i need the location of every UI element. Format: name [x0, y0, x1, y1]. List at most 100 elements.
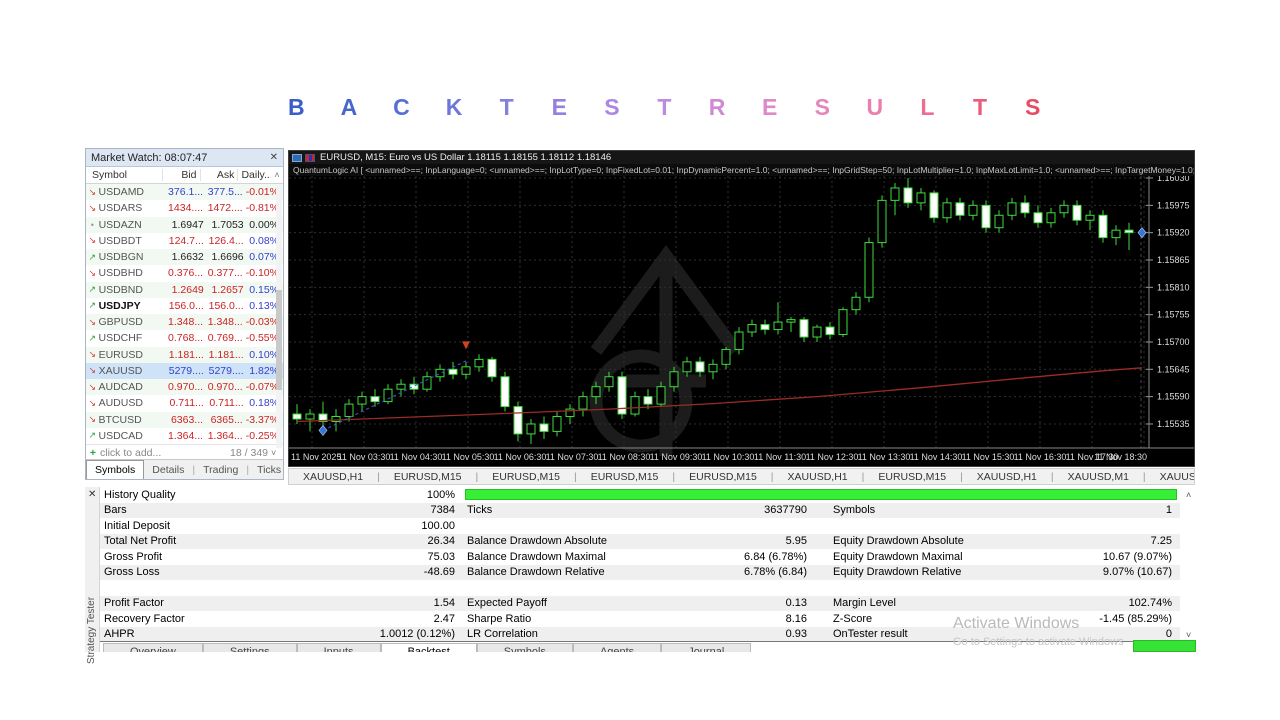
market-watch-row[interactable]: ↗USDCAD1.364...1.364...-0.25%	[86, 428, 283, 444]
market-watch-tab-ticks[interactable]: Ticks	[249, 460, 289, 479]
strategy-tester-panel: ✕ Strategy Tester History Quality100%Bar…	[85, 487, 1195, 652]
market-watch-row[interactable]: ↘GBPUSD1.348...1.348...-0.03%	[86, 314, 283, 330]
chart-tab[interactable]: XAUUSD,M1	[1054, 471, 1143, 483]
symbol-name: EURUSD	[99, 349, 167, 361]
stat-label: Equity Drawdown Maximal	[833, 551, 963, 563]
market-watch-row[interactable]: ↘USDBDT124.7...126.4...0.08%	[86, 233, 283, 249]
tester-cell: Sharpe Ratio8.16	[467, 611, 807, 627]
price-axis-label: 1.15865	[1157, 255, 1190, 265]
tester-tab-settings[interactable]: Settings	[203, 643, 297, 652]
trend-down-icon: ↘	[86, 398, 99, 409]
market-watch-tab-details[interactable]: Details	[144, 460, 192, 479]
market-watch-row[interactable]: ↘USDARS1434....1472....-0.81%	[86, 200, 283, 216]
column-header-daily[interactable]: Daily...	[238, 169, 271, 181]
time-axis-label: 11 Nov 06:30	[494, 452, 547, 462]
ask-value: 1.6696	[207, 251, 247, 263]
market-watch-row[interactable]: ↗USDBGN1.66321.66960.07%	[86, 249, 283, 265]
tester-cell: Ticks3637790	[467, 503, 807, 519]
market-watch-row[interactable]: ↘BTCUSD6363...6365...-3.37%	[86, 412, 283, 428]
tester-cell: Bars7384	[104, 503, 455, 519]
ask-value: 1.364...	[206, 430, 246, 442]
tester-tab-inputs[interactable]: Inputs	[297, 643, 381, 652]
trend-up-icon: ↗	[86, 252, 99, 263]
scrollbar-thumb[interactable]	[276, 290, 282, 390]
market-watch-row[interactable]: ↘AUDCAD0.970...0.970...-0.07%	[86, 379, 283, 395]
title-letter: T	[480, 94, 533, 121]
tester-tab-overview[interactable]: Overview	[103, 643, 203, 652]
stat-label: Balance Drawdown Absolute	[467, 535, 607, 547]
ask-value: 1.348...	[206, 316, 246, 328]
market-watch-scrollbar[interactable]	[276, 185, 282, 448]
trend-up-icon: ↗	[86, 300, 99, 311]
market-watch-row[interactable]: ↘USDBHD0.376...0.377...-0.10%	[86, 265, 283, 281]
market-watch-tab-symbols[interactable]: Symbols	[86, 460, 144, 479]
tester-tab-journal[interactable]: Journal	[661, 643, 751, 652]
market-watch-row[interactable]: ↘XAUUSD5279....5279....1.82%	[86, 363, 283, 379]
stat-value: 1	[1166, 504, 1172, 516]
candle-body	[436, 369, 444, 376]
time-axis-label: 11 Nov 14:30	[910, 452, 963, 462]
tester-cell: AHPR1.0012 (0.12%)	[104, 627, 455, 643]
scroll-down-icon[interactable]: ˅	[1186, 630, 1191, 640]
title-letter: E	[533, 94, 586, 121]
time-axis-label: 11 Nov 13:30	[858, 452, 911, 462]
tester-tab-backtest[interactable]: Backtest	[381, 643, 477, 652]
chart-tab[interactable]: XAUUSD,H1	[963, 471, 1051, 483]
strategy-tester-vertical-label[interactable]: Strategy Tester	[86, 514, 99, 664]
title-letter: S	[796, 94, 849, 121]
market-watch-row[interactable]: ↘USDAMD376.1...377.5...-0.01%	[86, 184, 283, 200]
time-axis-label: 11 Nov 10:30	[702, 452, 755, 462]
price-axis-label: 1.15920	[1157, 228, 1190, 238]
candle-body	[761, 325, 769, 330]
candle-body	[644, 397, 652, 404]
tester-tab-agents[interactable]: Agents	[573, 643, 661, 652]
chart-tab[interactable]: EURUSD,M15	[675, 471, 771, 483]
close-icon[interactable]: ✕	[88, 489, 96, 500]
tester-cell: Balance Drawdown Absolute5.95	[467, 534, 807, 550]
stat-label: LR Correlation	[467, 628, 538, 640]
chart-tab[interactable]: XAUUSD,M5	[1146, 471, 1195, 483]
market-watch-row[interactable]: ↗USDJPY156.0...156.0...0.13%	[86, 298, 283, 314]
close-icon[interactable]: ✕	[270, 152, 278, 163]
symbol-name: AUDUSD	[99, 397, 167, 409]
candle-body	[423, 377, 431, 389]
tester-bottom-tabs: OverviewSettingsInputsBacktestSymbolsAge…	[103, 643, 1083, 652]
symbol-name: USDAZN	[99, 219, 167, 231]
column-header-symbol[interactable]: Symbol	[86, 169, 163, 181]
tester-row: Gross Loss-48.69Balance Drawdown Relativ…	[100, 565, 1180, 581]
candle-body	[696, 362, 704, 372]
stat-value: 3637790	[764, 504, 807, 516]
column-header-bid[interactable]: Bid	[163, 169, 201, 181]
scroll-up-icon[interactable]: ˄	[1186, 490, 1191, 500]
column-header-ask[interactable]: Ask	[201, 169, 239, 181]
market-watch-row[interactable]: •USDAZN1.69471.70530.00%	[86, 217, 283, 233]
candle-body	[709, 364, 717, 371]
tester-tab-symbols[interactable]: Symbols	[477, 643, 573, 652]
market-watch-row[interactable]: ↗USDCHF0.768...0.769...-0.55%	[86, 330, 283, 346]
time-axis-label: 11 Nov 18:30	[1094, 452, 1147, 462]
trend-down-icon: ↘	[86, 268, 99, 279]
stat-label: Balance Drawdown Maximal	[467, 551, 606, 563]
scroll-up-icon[interactable]: ˄	[271, 170, 283, 180]
chart-tab[interactable]: XAUUSD,H1	[774, 471, 862, 483]
chart-tab[interactable]: XAUUSD,H1	[289, 471, 377, 483]
candle-body	[345, 404, 353, 416]
chart-tab[interactable]: EURUSD,M15	[478, 471, 574, 483]
market-watch-row[interactable]: ↗USDBND1.26491.26570.15%	[86, 282, 283, 298]
bid-value: 0.970...	[166, 381, 206, 393]
market-watch-tab-trading[interactable]: Trading	[195, 460, 246, 479]
page-title: BACKTESTRESULTS	[270, 94, 1062, 126]
candle-body	[527, 424, 535, 434]
scroll-down-icon[interactable]: ˅	[271, 448, 283, 458]
candlestick-chart[interactable]: 1.160301.159751.159201.158651.158101.157…	[289, 176, 1194, 466]
market-watch-add-row[interactable]: + click to add... 18 / 349 ˅	[86, 444, 283, 460]
market-watch-row[interactable]: ↘AUDUSD0.711...0.711...0.18%	[86, 395, 283, 411]
trend-up-icon: ↗	[86, 430, 99, 441]
market-watch-row[interactable]: ↘EURUSD1.181...1.181...0.10%	[86, 347, 283, 363]
chart-tab[interactable]: EURUSD,M15	[380, 471, 476, 483]
chart-tab[interactable]: EURUSD,M15	[864, 471, 960, 483]
chart-tab[interactable]: EURUSD,M15	[577, 471, 673, 483]
chart-bars-icon	[305, 154, 315, 162]
title-letter: K	[428, 94, 481, 121]
symbol-name: AUDCAD	[99, 381, 167, 393]
